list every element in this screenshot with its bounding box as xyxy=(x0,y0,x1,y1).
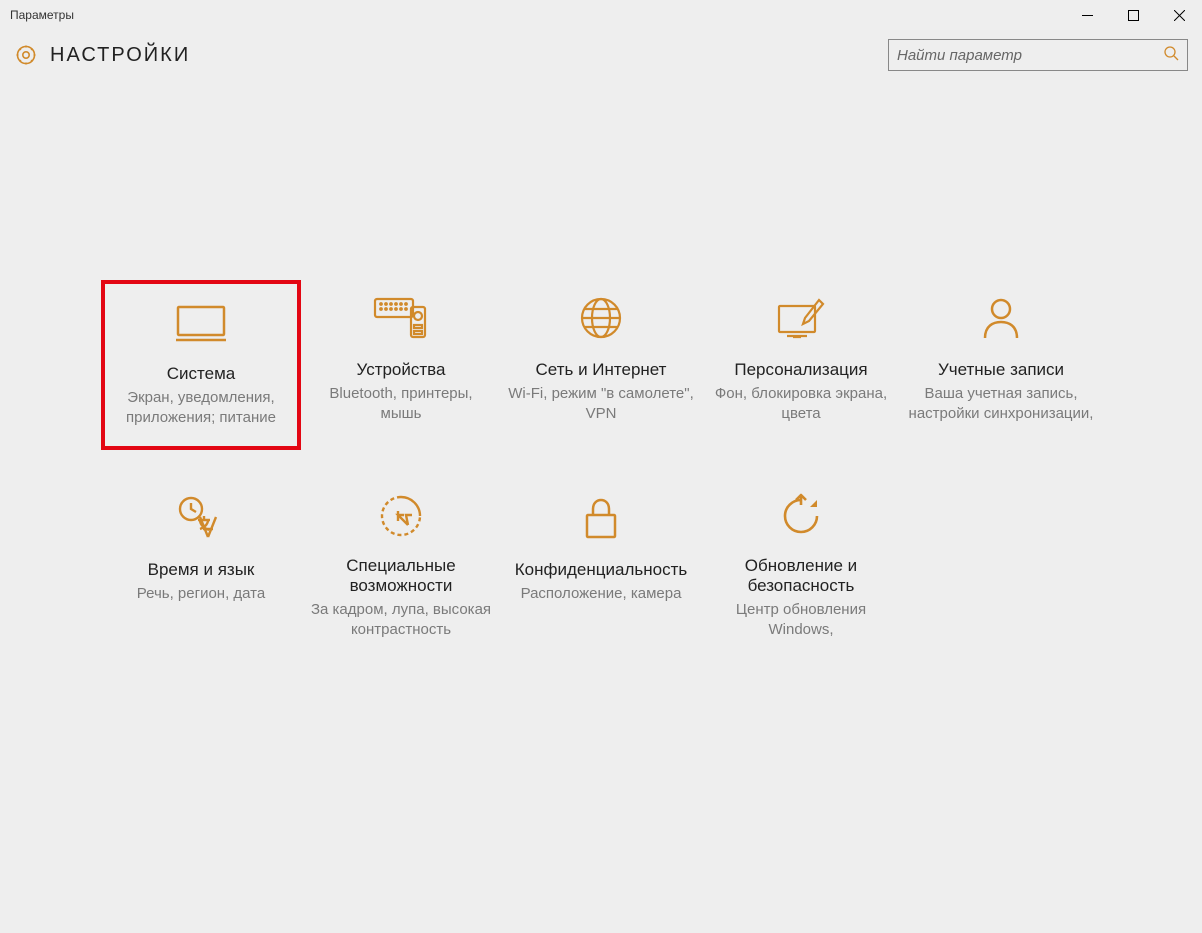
personalization-icon xyxy=(769,290,833,346)
settings-grid: Система Экран, уведомления, приложения; … xyxy=(60,280,1142,680)
tile-update-security[interactable]: Обновление и безопасность Центр обновлен… xyxy=(701,480,901,650)
tile-system[interactable]: Система Экран, уведомления, приложения; … xyxy=(101,280,301,450)
tile-title: Сеть и Интернет xyxy=(536,360,667,380)
tile-title: Специальные возможности xyxy=(307,556,495,596)
tile-title: Обновление и безопасность xyxy=(707,556,895,596)
tile-desc: Bluetooth, принтеры, мышь xyxy=(307,384,495,425)
tile-desc: Wi-Fi, режим "в самолете", VPN xyxy=(507,384,695,425)
tile-title: Система xyxy=(167,364,235,384)
globe-icon xyxy=(569,290,633,346)
update-icon xyxy=(769,490,833,542)
minimize-icon xyxy=(1082,10,1093,21)
tile-title: Учетные записи xyxy=(938,360,1064,380)
window-controls xyxy=(1064,0,1202,30)
tile-title: Конфиденциальность xyxy=(515,560,687,580)
gear-icon xyxy=(14,43,38,67)
tile-title: Время и язык xyxy=(148,560,255,580)
person-icon xyxy=(969,290,1033,346)
tile-desc: Экран, уведомления, приложения; питание xyxy=(111,388,291,429)
time-language-icon xyxy=(169,490,233,546)
tile-devices[interactable]: Устройства Bluetooth, принтеры, мышь xyxy=(301,280,501,450)
tile-desc: Расположение, камера xyxy=(521,584,682,604)
accessibility-icon xyxy=(369,490,433,542)
tile-personalization[interactable]: Персонализация Фон, блокировка экрана, ц… xyxy=(701,280,901,450)
window-title: Параметры xyxy=(10,8,74,22)
maximize-button[interactable] xyxy=(1110,0,1156,30)
tile-network[interactable]: Сеть и Интернет Wi-Fi, режим "в самолете… xyxy=(501,280,701,450)
tile-title: Персонализация xyxy=(734,360,867,380)
devices-icon xyxy=(369,290,433,346)
search-box[interactable] xyxy=(888,39,1188,71)
tile-desc: За кадром, лупа, высокая контрастность xyxy=(307,600,495,641)
search-input[interactable] xyxy=(897,47,1147,64)
tile-desc: Фон, блокировка экрана, цвета xyxy=(707,384,895,425)
minimize-button[interactable] xyxy=(1064,0,1110,30)
search-icon xyxy=(1163,45,1179,66)
lock-icon xyxy=(569,490,633,546)
close-button[interactable] xyxy=(1156,0,1202,30)
tile-time-language[interactable]: Время и язык Речь, регион, дата xyxy=(101,480,301,650)
maximize-icon xyxy=(1128,10,1139,21)
tile-privacy[interactable]: Конфиденциальность Расположение, камера xyxy=(501,480,701,650)
tiles-container: Система Экран, уведомления, приложения; … xyxy=(0,80,1202,680)
tile-desc: Речь, регион, дата xyxy=(137,584,265,604)
page-header: НАСТРОЙКИ xyxy=(0,30,1202,80)
tile-title: Устройства xyxy=(357,360,446,380)
tile-desc: Центр обновления Windows, xyxy=(707,600,895,641)
close-icon xyxy=(1174,10,1185,21)
window-titlebar: Параметры xyxy=(0,0,1202,30)
tile-desc: Ваша учетная запись, настройки синхрониз… xyxy=(907,384,1095,425)
display-icon xyxy=(169,294,233,350)
tile-accounts[interactable]: Учетные записи Ваша учетная запись, наст… xyxy=(901,280,1101,450)
tile-accessibility[interactable]: Специальные возможности За кадром, лупа,… xyxy=(301,480,501,650)
page-title: НАСТРОЙКИ xyxy=(50,44,190,67)
